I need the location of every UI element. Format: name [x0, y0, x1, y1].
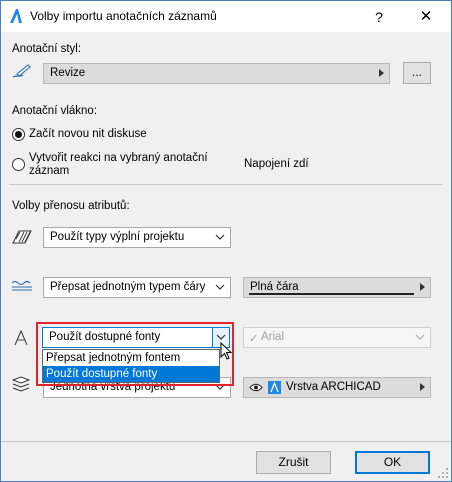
layer-name-value: Vrstva ARCHICAD — [286, 381, 381, 393]
cancel-button[interactable]: Zrušit — [256, 451, 331, 474]
cursor-icon — [220, 342, 233, 360]
radio-reply-label[interactable]: Vytvořit reakci na vybraný anotační zázn… — [29, 152, 219, 178]
title-bar: Volby importu anotačních záznamů ? ✕ — [1, 1, 451, 32]
close-button[interactable]: ✕ — [411, 6, 441, 28]
text-font-icon — [14, 330, 28, 346]
arrow-right-icon — [379, 69, 384, 77]
highlight-frame — [36, 322, 234, 386]
font-name-select[interactable]: ✓ Arial — [243, 327, 431, 348]
font-check-glyph: ✓ — [249, 333, 259, 345]
layer-name-select[interactable]: Vrstva ARCHICAD — [243, 377, 431, 398]
chevron-down-icon — [415, 334, 425, 340]
ok-button[interactable]: OK — [355, 451, 430, 474]
eye-icon — [249, 383, 263, 392]
annotation-style-value: Revize — [50, 67, 86, 79]
line-type-select[interactable]: Přepsat jednotným typem čáry — [43, 277, 231, 298]
annotation-style-label: Anotační styl: — [12, 43, 82, 55]
arrow-right-icon — [420, 383, 425, 391]
archicad-layer-icon — [268, 381, 281, 394]
dialog-window: Volby importu anotačních záznamů ? ✕ Ano… — [0, 0, 452, 482]
archicad-icon — [10, 9, 22, 23]
help-button[interactable]: ? — [364, 6, 394, 28]
annotation-style-select[interactable]: Revize — [43, 63, 390, 84]
line-type-icon — [11, 280, 32, 291]
divider — [9, 184, 443, 185]
line-style-value: Plná čára — [250, 281, 299, 293]
solid-line-preview — [249, 293, 414, 295]
layers-icon — [11, 376, 31, 392]
window-title: Volby importu anotačních záznamů — [30, 9, 217, 23]
annotation-style-browse-button[interactable]: ... — [403, 62, 431, 84]
chevron-down-icon — [215, 234, 225, 240]
resize-grip-icon[interactable] — [437, 467, 449, 479]
font-name-value: Arial — [261, 331, 285, 343]
line-type-value: Přepsat jednotným typem čáry — [50, 281, 206, 293]
fill-type-select[interactable]: Použít typy výplní projektu — [43, 227, 231, 248]
reply-target-label: Napojení zdí — [244, 158, 309, 170]
arrow-right-icon — [420, 283, 425, 291]
radio-reply[interactable] — [12, 158, 25, 171]
chevron-down-icon — [215, 284, 225, 290]
fill-type-value: Použít typy výplní projektu — [50, 231, 185, 243]
transfer-options-label: Volby přenosu atributů: — [12, 200, 130, 212]
line-style-select[interactable]: Plná čára — [243, 277, 431, 298]
annotation-thread-label: Anotační vlákno: — [12, 105, 98, 117]
radio-new-thread[interactable] — [12, 128, 25, 141]
footer-divider — [1, 441, 451, 442]
radio-new-thread-label[interactable]: Začít novou nit diskuse — [29, 128, 147, 140]
fill-type-icon — [12, 230, 32, 244]
annotation-pen-icon — [12, 64, 31, 78]
